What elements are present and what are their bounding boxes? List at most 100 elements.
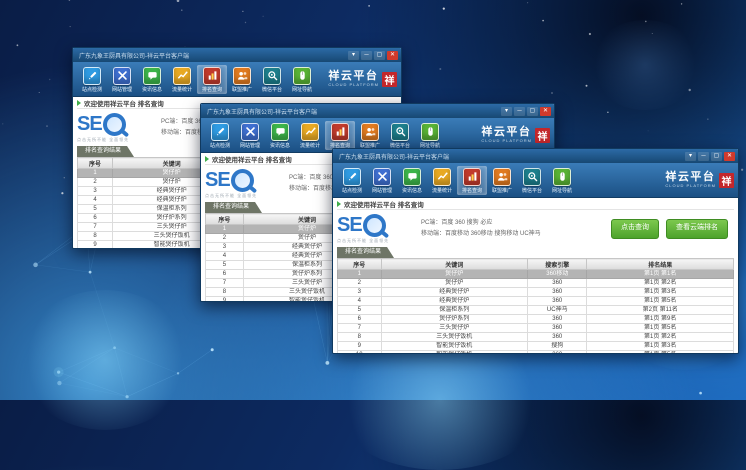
minimize-button[interactable]: ─ bbox=[514, 107, 525, 116]
table-row[interactable]: 7三头煲仔炉360第1页 第5名 bbox=[338, 324, 734, 333]
toolbar-item-5[interactable]: 联盟推广 bbox=[227, 65, 257, 94]
row-index: 3 bbox=[338, 288, 382, 297]
rank-result-cell: 第1页 第2名 bbox=[587, 333, 734, 342]
tab-ranking-results[interactable]: 排名查询结果 bbox=[77, 146, 134, 157]
toolbar-item-1[interactable]: 网站管理 bbox=[107, 65, 137, 94]
view-cloud-ranking-button[interactable]: 查看云端排名 bbox=[666, 219, 728, 239]
table-row[interactable]: 1煲仔炉360移动第1页 第1名 bbox=[338, 270, 734, 279]
magnifier-icon bbox=[103, 113, 126, 136]
row-index: 4 bbox=[78, 196, 113, 205]
keyword-cell: 保温柜系列 bbox=[381, 306, 528, 315]
table-row[interactable]: 9智能煲仔饭机搜狗第1页 第3名 bbox=[338, 342, 734, 351]
tab-ranking-results[interactable]: 排名查询结果 bbox=[337, 247, 394, 258]
table-row[interactable]: 6煲仔炉系列360第1页 第9名 bbox=[338, 315, 734, 324]
toolbar-item-label: 站点检测 bbox=[82, 86, 102, 93]
toolbar-item-4[interactable]: 排名查询 bbox=[197, 65, 227, 94]
rank-result-cell: 第2页 第11名 bbox=[587, 306, 734, 315]
seo-slogan: 点击无所不能 全面领先 bbox=[77, 137, 153, 143]
rank-result-cell: 第1页 第2名 bbox=[587, 279, 734, 288]
site-manage-icon bbox=[241, 123, 259, 141]
column-header[interactable]: 排名结果 bbox=[587, 259, 734, 270]
toolbar-item-0[interactable]: 站点检测 bbox=[337, 166, 367, 195]
column-header[interactable]: 序号 bbox=[78, 158, 113, 169]
toolbar-item-label: 流量统计 bbox=[432, 187, 452, 194]
table-row[interactable]: 2煲仔炉360第1页 第2名 bbox=[338, 279, 734, 288]
toolbar-item-1[interactable]: 网站管理 bbox=[367, 166, 397, 195]
toolbar-item-0[interactable]: 站点检测 bbox=[77, 65, 107, 94]
table-row[interactable]: 8三头煲仔饭机360第1页 第2名 bbox=[338, 333, 734, 342]
query-button[interactable]: 点击查询 bbox=[611, 219, 659, 239]
row-index: 1 bbox=[338, 270, 382, 279]
toolbar-item-7[interactable]: 网址导航 bbox=[287, 65, 317, 94]
toolbar-item-label: 流量统计 bbox=[172, 86, 192, 93]
table-row[interactable]: 4经典煲仔炉360第1页 第5名 bbox=[338, 297, 734, 306]
toolbar-item-4[interactable]: 排名查询 bbox=[325, 121, 355, 150]
maximize-button[interactable]: ▢ bbox=[374, 51, 385, 60]
table-row[interactable]: 5保温柜系列UC神马第2页 第11名 bbox=[338, 306, 734, 315]
close-button[interactable]: ✕ bbox=[387, 51, 398, 60]
brand-logo: 祥云平台 CLOUD PLATFORM 祥 bbox=[665, 172, 734, 188]
toolbar-item-0[interactable]: 站点检测 bbox=[205, 121, 235, 150]
close-button[interactable]: ✕ bbox=[540, 107, 551, 116]
toolbar-item-2[interactable]: 资讯信息 bbox=[265, 121, 295, 150]
search-engine-cell: UC神马 bbox=[528, 306, 587, 315]
row-index: 10 bbox=[338, 351, 382, 354]
keyword-cell: 三头煲仔饭机 bbox=[381, 333, 528, 342]
toolbar-item-5[interactable]: 联盟推广 bbox=[355, 121, 385, 150]
keyword-cell: 煲仔炉系列 bbox=[381, 315, 528, 324]
maximize-button[interactable]: ▢ bbox=[711, 152, 722, 161]
column-header[interactable]: 关键词 bbox=[381, 259, 528, 270]
app-window: 广东九象王厨具有限公司-祥云平台客户端 ▾ ─ ▢ ✕ 站点检测网站管理资讯信息… bbox=[332, 148, 739, 354]
message-icon bbox=[271, 123, 289, 141]
search-engine-cell: 360移动 bbox=[528, 270, 587, 279]
toolbar-item-2[interactable]: 资讯信息 bbox=[137, 65, 167, 94]
brand-badge-icon: 祥 bbox=[719, 173, 734, 188]
toolbar-item-5[interactable]: 联盟推广 bbox=[487, 166, 517, 195]
row-index: 9 bbox=[338, 342, 382, 351]
toolbar-item-6[interactable]: 微信平台 bbox=[517, 166, 547, 195]
toolbar-item-label: 资讯信息 bbox=[142, 86, 162, 93]
toolbar-item-7[interactable]: 网址导航 bbox=[547, 166, 577, 195]
toolbar-item-6[interactable]: 微信平台 bbox=[257, 65, 287, 94]
rank-result-cell: 第1页 第3名 bbox=[587, 288, 734, 297]
column-header[interactable]: 序号 bbox=[206, 214, 244, 225]
toolbar-item-label: 资讯信息 bbox=[270, 142, 290, 149]
skin-button[interactable]: ▾ bbox=[348, 51, 359, 60]
column-header[interactable]: 序号 bbox=[338, 259, 382, 270]
maximize-button[interactable]: ▢ bbox=[527, 107, 538, 116]
search-engine-cell: 360 bbox=[528, 333, 587, 342]
toolbar-item-label: 站点检测 bbox=[342, 187, 362, 194]
search-engine-cell: 360 bbox=[528, 351, 587, 354]
platform-scope-icon bbox=[391, 123, 409, 141]
toolbar-item-7[interactable]: 网址导航 bbox=[415, 121, 445, 150]
row-index: 8 bbox=[206, 288, 244, 297]
toolbar-item-2[interactable]: 资讯信息 bbox=[397, 166, 427, 195]
keyword-cell: 经典煲仔炉 bbox=[381, 297, 528, 306]
row-index: 6 bbox=[206, 270, 244, 279]
toolbar-item-3[interactable]: 流量统计 bbox=[167, 65, 197, 94]
toolbar-item-1[interactable]: 网站管理 bbox=[235, 121, 265, 150]
close-button[interactable]: ✕ bbox=[724, 152, 735, 161]
row-index: 3 bbox=[78, 187, 113, 196]
toolbar-item-label: 排名查询 bbox=[202, 86, 222, 93]
skin-button[interactable]: ▾ bbox=[685, 152, 696, 161]
toolbar-item-4[interactable]: 排名查询 bbox=[457, 166, 487, 195]
toolbar-item-3[interactable]: 流量统计 bbox=[295, 121, 325, 150]
minimize-button[interactable]: ─ bbox=[361, 51, 372, 60]
row-index: 5 bbox=[206, 261, 244, 270]
toolbar-item-3[interactable]: 流量统计 bbox=[427, 166, 457, 195]
table-row[interactable]: 3经典煲仔炉360第1页 第3名 bbox=[338, 288, 734, 297]
column-header[interactable]: 搜索引擎 bbox=[528, 259, 587, 270]
minimize-button[interactable]: ─ bbox=[698, 152, 709, 161]
toolbar-item-label: 排名查询 bbox=[462, 187, 482, 194]
skin-button[interactable]: ▾ bbox=[501, 107, 512, 116]
traffic-chart-icon bbox=[433, 168, 451, 186]
table-row[interactable]: 10智能煲仔饭机360第1页 第5名 bbox=[338, 351, 734, 354]
toolbar-item-6[interactable]: 微信平台 bbox=[385, 121, 415, 150]
toolbar-item-label: 网站管理 bbox=[372, 187, 392, 194]
tab-row: 排名查询结果 bbox=[337, 247, 734, 258]
brand-badge-icon: 祥 bbox=[382, 72, 397, 87]
tab-ranking-results[interactable]: 排名查询结果 bbox=[205, 202, 262, 213]
row-index: 3 bbox=[206, 243, 244, 252]
brand-subtitle: CLOUD PLATFORM bbox=[665, 183, 716, 188]
